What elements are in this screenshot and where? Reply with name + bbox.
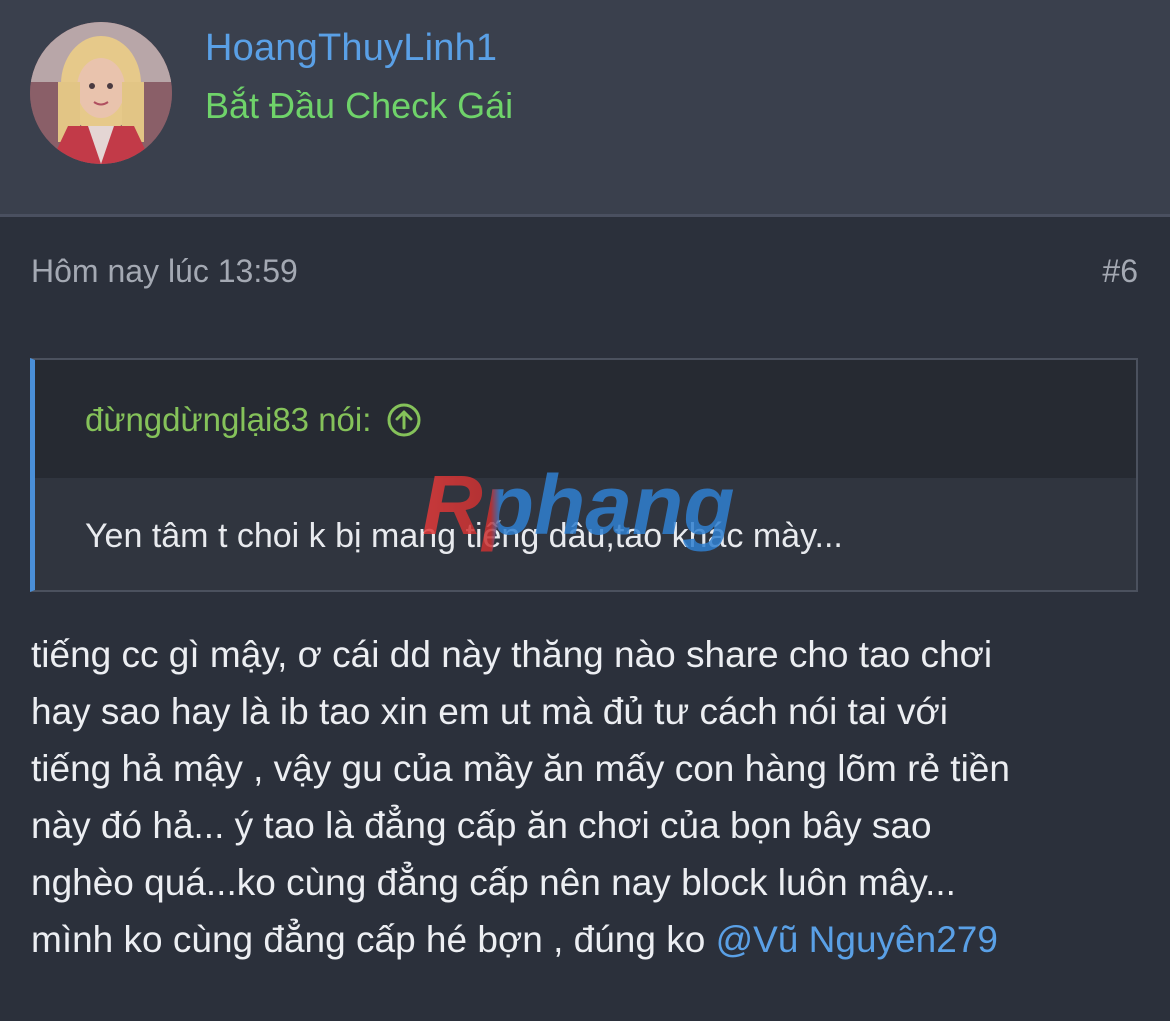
quote-text: Yen tâm t choi k bị mang tiếng dâu,tao k…: [85, 517, 843, 555]
arrow-up-circle-icon[interactable]: [387, 403, 421, 437]
quote-author[interactable]: đừngdừnglại83 nói:: [85, 398, 421, 442]
user-avatar[interactable]: [30, 22, 172, 164]
post-permalink-number[interactable]: #6: [1102, 250, 1138, 292]
quote-block: đừngdừnglại83 nói: Yen tâm t choi k bị m…: [30, 358, 1138, 592]
quote-author-label[interactable]: đừngdừnglại83 nói:: [85, 398, 371, 442]
post-line: nghèo quá...ko cùng đẳng cấp nên nay blo…: [31, 862, 956, 903]
avatar-image: [30, 22, 172, 164]
post-line: hay sao hay là ib tao xin em ut mà đủ tư…: [31, 691, 948, 732]
post-author-bar: HoangThuyLinh1 Bắt Đầu Check Gái: [0, 0, 1170, 217]
user-mention-link[interactable]: @Vũ Nguyên279: [716, 919, 998, 960]
post-line: tiếng cc gì mậy, ơ cái dd này thăng nào …: [31, 634, 993, 675]
post-timestamp[interactable]: Hôm nay lúc 13:59: [31, 250, 298, 292]
quote-header: đừngdừnglại83 nói:: [35, 360, 1136, 478]
post-line-last: mình ko cùng đẳng cấp hé bợn , đúng ko @…: [31, 911, 1146, 968]
forum-post: HoangThuyLinh1 Bắt Đầu Check Gái Hôm nay…: [0, 0, 1170, 1021]
post-line-text: mình ko cùng đẳng cấp hé bợn , đúng ko: [31, 919, 716, 960]
post-line: tiếng hả mậy , vậy gu của mầy ăn mấy con…: [31, 748, 1010, 789]
username-link[interactable]: HoangThuyLinh1: [205, 24, 497, 72]
post-message: tiếng cc gì mậy, ơ cái dd này thăng nào …: [31, 626, 1146, 968]
post-line: này đó hả... ý tao là đẳng cấp ăn chơi c…: [31, 805, 932, 846]
user-rank-title: Bắt Đầu Check Gái: [205, 85, 514, 126]
